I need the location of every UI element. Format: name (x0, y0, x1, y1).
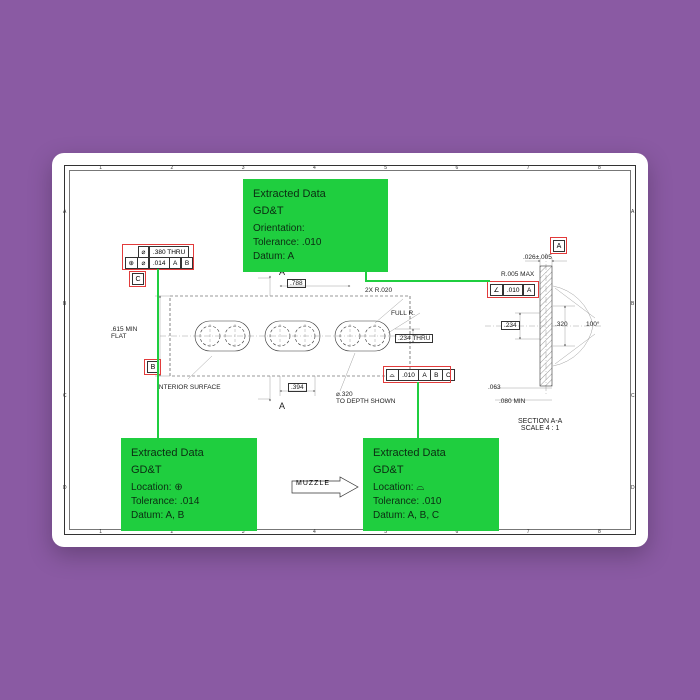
connector-left-v (157, 269, 159, 439)
dim-063: .063 (488, 384, 501, 391)
dim-615min: .615 MIN FLAT (111, 326, 137, 340)
drawing-frame: 12345678 12345678 ABCD ABCD (64, 165, 636, 535)
dim-320depth-b: TO DEPTH SHOWN (336, 398, 395, 405)
dim-fullr: FULL R. (391, 310, 415, 317)
datum-c: C (132, 273, 144, 285)
section-marker-a-bottom: A (279, 401, 285, 411)
dim-234: .234 (501, 321, 520, 330)
dim-320: .320 (555, 321, 568, 328)
connector-right-v (417, 382, 419, 440)
fcf-angularity-010: ∠.010A (490, 284, 535, 296)
dim-r005: R.005 MAX (501, 271, 534, 278)
connector-top-h (365, 280, 490, 282)
ruler-top: 12345678 (65, 165, 635, 171)
dim-080min: .080 MIN (499, 398, 525, 405)
dim-100deg: 100° (586, 321, 599, 328)
section-label: SECTION A-A SCALE 4 : 1 (518, 418, 562, 432)
fcf-position-014: ⊕⌀.014AB (125, 257, 193, 269)
ruler-left: ABCD (63, 166, 69, 534)
muzzle-arrow: MUZZLE (290, 476, 360, 498)
dim-234thru: .234 THRU (395, 334, 433, 343)
label-interior-surface: INTERIOR SURFACE (157, 384, 221, 391)
dim-788: .788 (287, 279, 306, 288)
callout-orientation: Extracted Data GD&T Orientation: Toleran… (243, 179, 388, 272)
dim-394: .394 (288, 383, 307, 392)
dim-026: .026±.005 (523, 254, 552, 261)
drawing-sheet: 12345678 12345678 ABCD ABCD (52, 153, 648, 547)
callout-location-ab: Extracted Data GD&T Location: ⊕ Toleranc… (121, 438, 257, 531)
ruler-right: ABCD (631, 166, 637, 534)
fcf-profile-010: ⌓.010ABC (386, 369, 455, 381)
dim-320depth-a: ⌀.320 (336, 390, 353, 398)
dim-r020: 2X R.020 (365, 287, 392, 294)
datum-a: A (553, 240, 565, 252)
callout-location-abc: Extracted Data GD&T Location: ⌓ Toleranc… (363, 438, 499, 531)
